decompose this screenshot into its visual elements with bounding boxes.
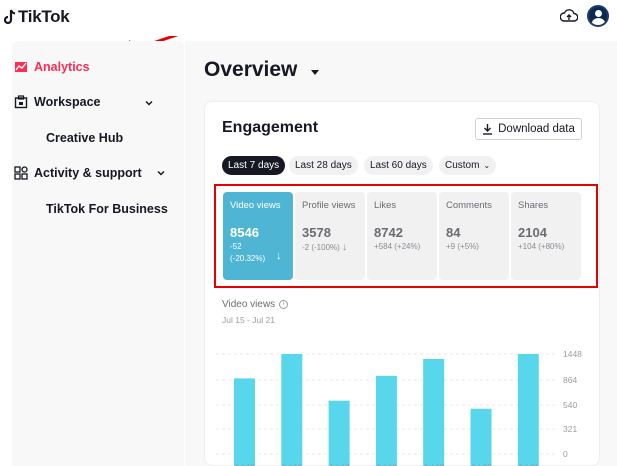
- caret-down-icon[interactable]: [311, 70, 319, 75]
- period-last-28-days[interactable]: Last 28 days: [289, 156, 358, 175]
- bar-jul-17[interactable]: [328, 400, 350, 466]
- chart-title: Video views i: [222, 299, 289, 310]
- tiktok-note-icon: [4, 9, 16, 25]
- page-title[interactable]: Overview: [204, 58, 297, 82]
- period-last-60-days[interactable]: Last 60 days: [364, 156, 433, 175]
- sidebar-item-label: Creative Hub: [46, 131, 124, 145]
- chart-date-range: Jul 15 - Jul 21: [222, 315, 275, 325]
- download-icon: [483, 124, 493, 135]
- chevron-down-icon[interactable]: [144, 98, 154, 108]
- sidebar-item-label: TikTok For Business: [46, 202, 168, 216]
- sidebar-item-label: Workspace: [34, 95, 101, 109]
- workspace-icon: [14, 95, 28, 109]
- bar-jul-19[interactable]: [423, 358, 445, 466]
- sidebar-item-label: Analytics: [34, 60, 90, 74]
- video-views-bar-chart: 14488645403210Jul 15Jul 16Jul 17Jul 18Ju…: [216, 349, 582, 466]
- chevron-down-icon[interactable]: [156, 168, 166, 178]
- y-tick-label: 321: [563, 424, 577, 434]
- download-label: Download data: [498, 123, 575, 135]
- logo-text: TikTok: [18, 7, 70, 26]
- chart-title-text: Video views: [222, 299, 276, 310]
- info-icon[interactable]: i: [279, 300, 289, 309]
- sidebar-item-activity-support[interactable]: Activity & support: [14, 166, 142, 180]
- y-tick-label: 1448: [563, 349, 582, 359]
- sidebar-item-workspace[interactable]: Workspace: [14, 95, 100, 109]
- period-last-7-days[interactable]: Last 7 days: [222, 156, 286, 175]
- period-label: Custom: [445, 160, 480, 171]
- y-tick-label: 540: [563, 400, 577, 410]
- cloud-upload-icon[interactable]: [560, 8, 578, 24]
- avatar[interactable]: [587, 5, 609, 27]
- sidebar-item-tiktok-for-business[interactable]: TikTok For Business: [46, 202, 168, 216]
- y-tick-label: 0: [563, 449, 568, 459]
- download-data-button[interactable]: Download data: [475, 118, 582, 140]
- sidebar-item-analytics[interactable]: Analytics: [14, 60, 90, 74]
- bar-jul-16[interactable]: [281, 354, 303, 466]
- period-label: Last 28 days: [295, 160, 352, 171]
- top-bar: TikTok: [0, 0, 617, 36]
- bar-jul-18[interactable]: [375, 375, 397, 466]
- y-tick-label: 864: [563, 375, 577, 385]
- analytics-icon: [14, 60, 28, 74]
- period-label: Last 60 days: [370, 160, 427, 171]
- bar-jul-20[interactable]: [470, 408, 492, 466]
- period-label: Last 7 days: [228, 160, 280, 171]
- tiktok-logo[interactable]: TikTok: [4, 6, 70, 28]
- sidebar-item-creative-hub[interactable]: Creative Hub: [46, 131, 123, 145]
- bar-jul-21[interactable]: [517, 354, 539, 466]
- sidebar-item-label: Activity & support: [34, 166, 142, 180]
- bar-jul-15[interactable]: [234, 378, 255, 466]
- chevron-down-icon: ⌄: [483, 161, 491, 170]
- engagement-title: Engagement: [222, 119, 319, 136]
- activity-icon: [14, 166, 28, 180]
- period-custom[interactable]: Custom ⌄: [439, 156, 497, 175]
- highlight-annotation-box: [214, 184, 598, 288]
